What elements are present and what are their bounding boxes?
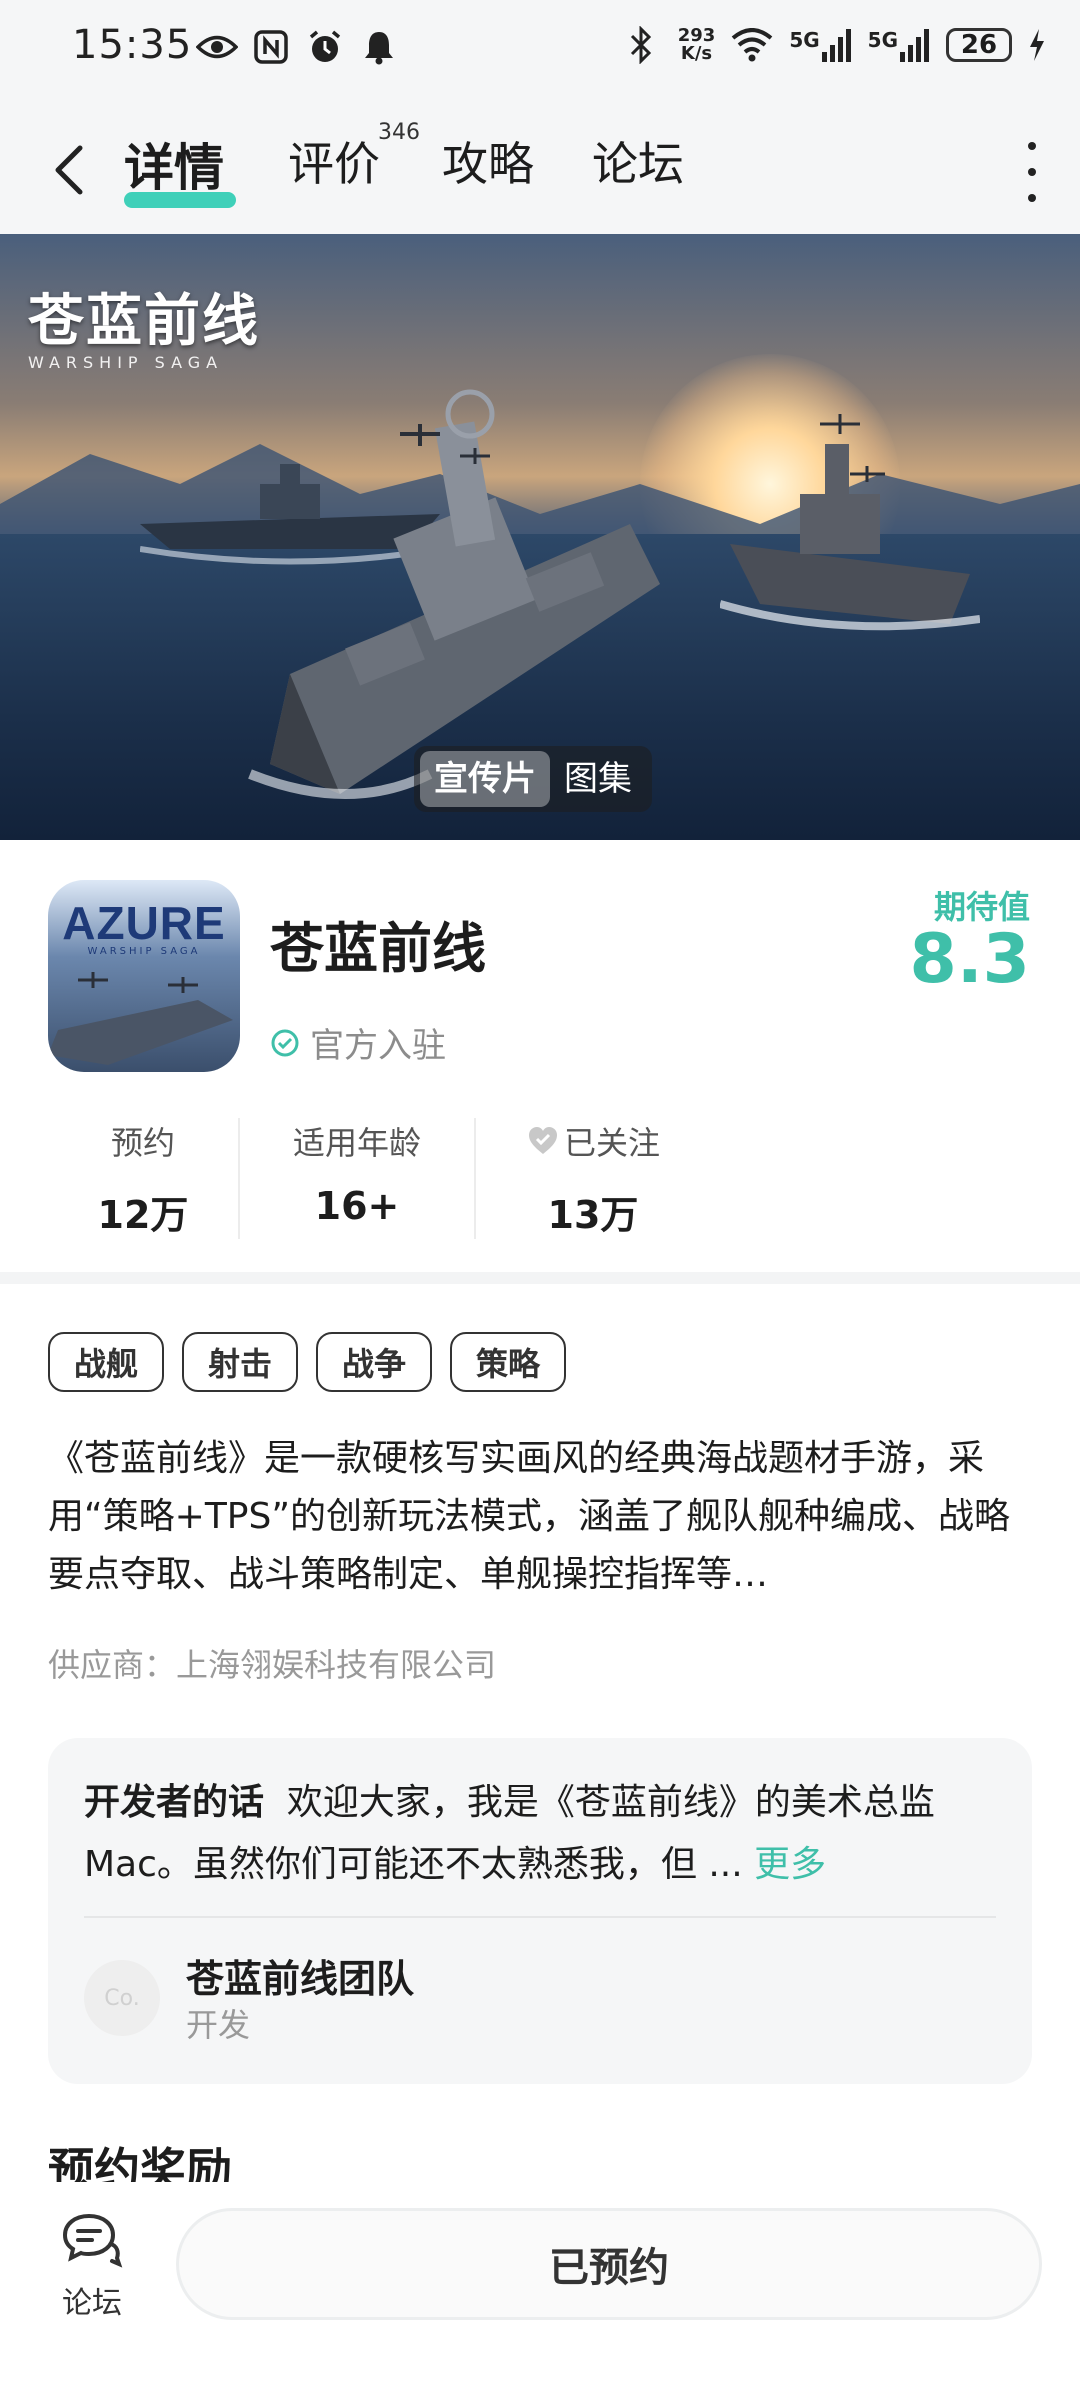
reviews-count-badge: 346: [378, 120, 420, 145]
verified-check-icon: [271, 1029, 299, 1056]
developer-card-separator: [84, 1916, 996, 1918]
stat-value: 13万: [547, 1193, 639, 1237]
tag-strategy[interactable]: 策略: [450, 1332, 567, 1392]
banner-planes: [400, 414, 885, 482]
developer-avatar: Co.: [84, 1960, 160, 2036]
tag-war[interactable]: 战争: [316, 1332, 433, 1392]
signal-bars-icon: [900, 29, 929, 62]
stat-label: 已关注: [563, 1124, 660, 1162]
banner-game-logo: 苍蓝前线 WARSHIP SAGA: [28, 289, 260, 372]
supplier-info: 供应商：上海翎娱科技有限公司: [48, 1646, 497, 1684]
stat-value: 16+: [314, 1184, 400, 1228]
signal-bars-icon: [821, 29, 851, 62]
expectation-score: 8.3: [909, 920, 1030, 999]
signal-1: 5G: [789, 28, 851, 62]
game-title: 苍蓝前线: [270, 917, 486, 980]
developer-team-role: 开发: [186, 2006, 251, 2044]
heart-check-icon: [528, 1127, 557, 1154]
media-switcher: 宣传片 图集: [414, 746, 652, 812]
game-stats: 预约 12万 适用年龄 16+ 已关注 13万: [48, 1118, 710, 1239]
nfc-icon: [250, 26, 292, 68]
media-tab-gallery[interactable]: 图集: [550, 751, 646, 807]
media-banner[interactable]: 苍蓝前线 WARSHIP SAGA 宣传片 图集: [0, 234, 1080, 840]
bottom-action-bar: 论坛 已预约: [0, 2182, 1080, 2400]
media-tab-trailer[interactable]: 宣传片: [420, 751, 550, 807]
status-time: 15:35: [72, 22, 193, 68]
status-left-icons: [196, 26, 400, 68]
status-right-icons: 293 K/s 5G 5G 26: [620, 24, 1046, 66]
wifi-icon: [731, 24, 773, 66]
back-button[interactable]: [46, 134, 96, 204]
bluetooth-icon: [620, 24, 662, 66]
more-options-button[interactable]: [1020, 142, 1044, 202]
battery-indicator: 26: [946, 28, 1012, 62]
notification-bell-icon: [358, 26, 400, 68]
back-arrow-icon: [55, 145, 83, 195]
game-app-icon: AZURE WARSHIP SAGA: [48, 880, 240, 1072]
more-dot: [1028, 194, 1036, 202]
stat-age-rating: 适用年龄 16+: [238, 1118, 474, 1239]
eye-icon: [196, 26, 238, 68]
signal-2: 5G: [868, 28, 930, 62]
forum-label: 论坛: [62, 2286, 122, 2321]
reservation-rewards-title: 预约奖励: [48, 2143, 232, 2182]
developer-team-name: 苍蓝前线团队: [186, 1957, 415, 2001]
stat-label: 适用年龄: [292, 1124, 421, 1162]
forum-button[interactable]: 论坛: [46, 2212, 138, 2322]
game-tags: 战舰 射击 战争 策略: [48, 1332, 567, 1392]
net-speed: 293 K/s: [677, 25, 716, 64]
more-dot: [1028, 168, 1036, 176]
tab-forum[interactable]: 论坛: [592, 128, 684, 194]
top-nav: 详情 评价 346 攻略 论坛: [0, 106, 1080, 234]
stat-label: 预约: [110, 1124, 175, 1162]
official-label: 官方入驻: [310, 1026, 446, 1066]
tab-details[interactable]: 详情: [124, 128, 224, 200]
tab-guides[interactable]: 攻略: [442, 128, 534, 194]
stat-label-row: 已关注: [476, 1118, 710, 1164]
stat-value: 12万: [97, 1193, 189, 1237]
developer-note-more-link[interactable]: 更多: [754, 1844, 826, 1885]
reserved-button[interactable]: 已预约: [176, 2208, 1042, 2320]
developer-note-text: 开发者的话 欢迎大家，我是《苍蓝前线》的美术总监Mac。虽然你们可能还不太熟悉我…: [84, 1772, 996, 1896]
tab-reviews[interactable]: 评价: [288, 128, 380, 194]
tag-shooting[interactable]: 射击: [182, 1332, 299, 1392]
more-dot: [1028, 142, 1036, 150]
forum-chat-icon: [62, 2213, 123, 2268]
alarm-icon: [304, 26, 346, 68]
game-description[interactable]: 《苍蓝前线》是一款硬核写实画风的经典海战题材手游，采用“策略+TPS”的创新玩法…: [48, 1430, 1038, 1604]
developer-note-heading: 开发者的话: [84, 1782, 265, 1823]
developer-note-card[interactable]: 开发者的话 欢迎大家，我是《苍蓝前线》的美术总监Mac。虽然你们可能还不太熟悉我…: [48, 1738, 1032, 2084]
official-badge: 官方入驻: [270, 1018, 446, 1067]
stat-followers[interactable]: 已关注 13万: [474, 1118, 710, 1239]
tag-warship[interactable]: 战舰: [48, 1332, 165, 1392]
section-divider: [0, 1272, 1080, 1284]
charging-icon: [1028, 24, 1046, 66]
stat-reservations: 预约 12万: [48, 1118, 238, 1239]
status-bar: 15:35 293 K/s 5G 5G 26: [0, 0, 1080, 106]
